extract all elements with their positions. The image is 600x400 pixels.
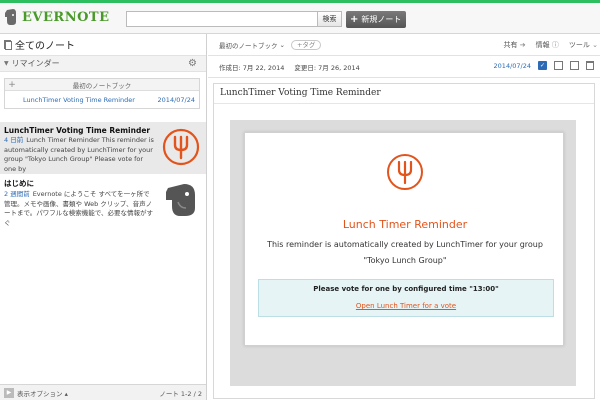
note-toolbar: 最初のノートブック ⌄ +タグ 共有 ➔ 情報 ⓘ ツール ⌄: [208, 34, 600, 56]
view-options-label: 表示オプション ▴: [17, 389, 68, 398]
vote-box: Please vote for one by configured time "…: [258, 279, 554, 317]
all-notes-title: 全てのノート: [15, 41, 75, 52]
created-date: 作成日: 7月 22, 2014: [219, 63, 285, 72]
card-description: This reminder is automatically created b…: [245, 237, 565, 269]
logo-text: EVERNOTE: [22, 9, 110, 25]
notebook-selector[interactable]: 最初のノートブック ⌄: [219, 40, 285, 50]
view-options-button[interactable]: ▶ 表示オプション ▴: [4, 387, 68, 398]
lunchtimer-fork-icon: [162, 128, 200, 166]
note-list-pane: 全てのノート ▼ リマインダー ⚙ + 最初のノートブック LunchTimer…: [0, 34, 207, 400]
share-arrow-icon: ➔: [519, 41, 526, 49]
reminder-date[interactable]: 2014/07/24: [494, 62, 531, 70]
play-arrow-icon: ▶: [4, 387, 14, 398]
evernote-logo[interactable]: EVERNOTE: [4, 8, 110, 26]
note-item-snippet-text: Lunch Timer Reminder This reminder is au…: [4, 136, 154, 173]
chevron-down-icon: ⌄: [592, 41, 598, 49]
copy-icon[interactable]: [570, 61, 579, 70]
reminder-box: + 最初のノートブック LunchTimer Voting Time Remin…: [4, 78, 200, 109]
open-lunch-timer-link[interactable]: Open Lunch Timer for a vote: [356, 302, 456, 310]
note-body: Lunch Timer Reminder This reminder is au…: [230, 120, 576, 386]
present-icon[interactable]: [554, 61, 563, 70]
notes-stack-icon: [4, 39, 12, 50]
add-tag-button[interactable]: +タグ: [290, 39, 322, 50]
elephant-thumbnail-icon: [166, 184, 195, 216]
note-title[interactable]: LunchTimer Voting Time Reminder: [214, 84, 594, 104]
top-bar: EVERNOTE 検索 + 新規ノート: [0, 0, 600, 34]
collapse-triangle-icon: ▼: [4, 60, 9, 67]
note-actions: 共有 ➔ 情報 ⓘ ツール ⌄: [504, 40, 598, 50]
note-item-snippet: 4 日前 Lunch Timer Reminder This reminder i…: [4, 136, 156, 174]
all-notes-header[interactable]: 全てのノート: [0, 34, 206, 56]
reminder-item-title: LunchTimer Voting Time Reminder: [23, 95, 135, 104]
plus-icon: +: [350, 14, 359, 25]
new-note-button[interactable]: + 新規ノート: [346, 11, 406, 28]
gear-icon[interactable]: ⚙: [188, 59, 198, 69]
note-count: ノート 1-2 / 2: [159, 389, 202, 398]
reminder-item[interactable]: LunchTimer Voting Time Reminder 2014/07/…: [5, 91, 199, 108]
list-footer: ▶ 表示オプション ▴ ノート 1-2 / 2: [0, 384, 206, 400]
share-button[interactable]: 共有 ➔: [504, 40, 526, 50]
lunchtimer-fork-icon: [387, 154, 423, 190]
card-group-name: "Tokyo Lunch Group": [363, 256, 447, 265]
info-button[interactable]: 情報 ⓘ: [536, 40, 559, 50]
reminder-notebook-label: 最初のノートブック: [72, 81, 132, 90]
new-note-label: 新規ノート: [361, 15, 402, 24]
note-meta-bar: 作成日: 7月 22, 2014 変更日: 7月 26, 2014 2014/0…: [208, 56, 600, 78]
note-list-item[interactable]: LunchTimer Voting Time Reminder 4 日前 Lunc…: [0, 122, 206, 174]
note-content-frame: LunchTimer Voting Time Reminder Lunch Ti…: [213, 83, 595, 399]
tools-button[interactable]: ツール ⌄: [569, 40, 598, 50]
notebook-selector-label: 最初のノートブック: [219, 41, 278, 50]
elephant-logo-icon: [5, 9, 16, 25]
reminder-card: Lunch Timer Reminder This reminder is au…: [244, 132, 564, 346]
share-label: 共有: [503, 41, 518, 49]
search-button[interactable]: 検索: [318, 11, 342, 27]
card-title: Lunch Timer Reminder: [342, 218, 468, 231]
note-editor-pane: 最初のノートブック ⌄ +タグ 共有 ➔ 情報 ⓘ ツール ⌄ 作成日: 7月 …: [208, 34, 600, 400]
note-list-item[interactable]: はじめに 2 週間前 Evernote にようこそ すべてを一ヶ所で管理。メモや画…: [0, 174, 206, 228]
tools-label: ツール: [568, 41, 590, 49]
chevron-down-icon: ⌄: [279, 40, 285, 49]
reminders-label: リマインダー: [11, 59, 60, 68]
search-input[interactable]: [126, 11, 318, 27]
info-label: 情報: [535, 41, 550, 49]
vote-instruction: Please vote for one by configured time "…: [313, 285, 499, 293]
meta-actions: 2014/07/24 ✓: [494, 61, 594, 70]
note-item-date: 2 週間前: [4, 190, 30, 198]
reminder-item-date: 2014/07/24: [157, 95, 195, 104]
note-item-snippet: 2 週間前 Evernote にようこそ すべてを一ヶ所で管理。メモや画像、書類や…: [4, 190, 156, 228]
card-description-line: This reminder is automatically created b…: [267, 240, 543, 249]
reminder-box-header: + 最初のノートブック: [5, 79, 199, 91]
add-reminder-icon[interactable]: +: [5, 80, 19, 90]
updated-date: 変更日: 7月 26, 2014: [294, 63, 360, 72]
info-icon: ⓘ: [551, 41, 559, 49]
reminder-check-icon[interactable]: ✓: [538, 61, 547, 70]
trash-icon[interactable]: [586, 61, 594, 70]
reminders-header[interactable]: ▼ リマインダー ⚙: [0, 56, 206, 72]
note-item-date: 4 日前: [4, 136, 24, 144]
